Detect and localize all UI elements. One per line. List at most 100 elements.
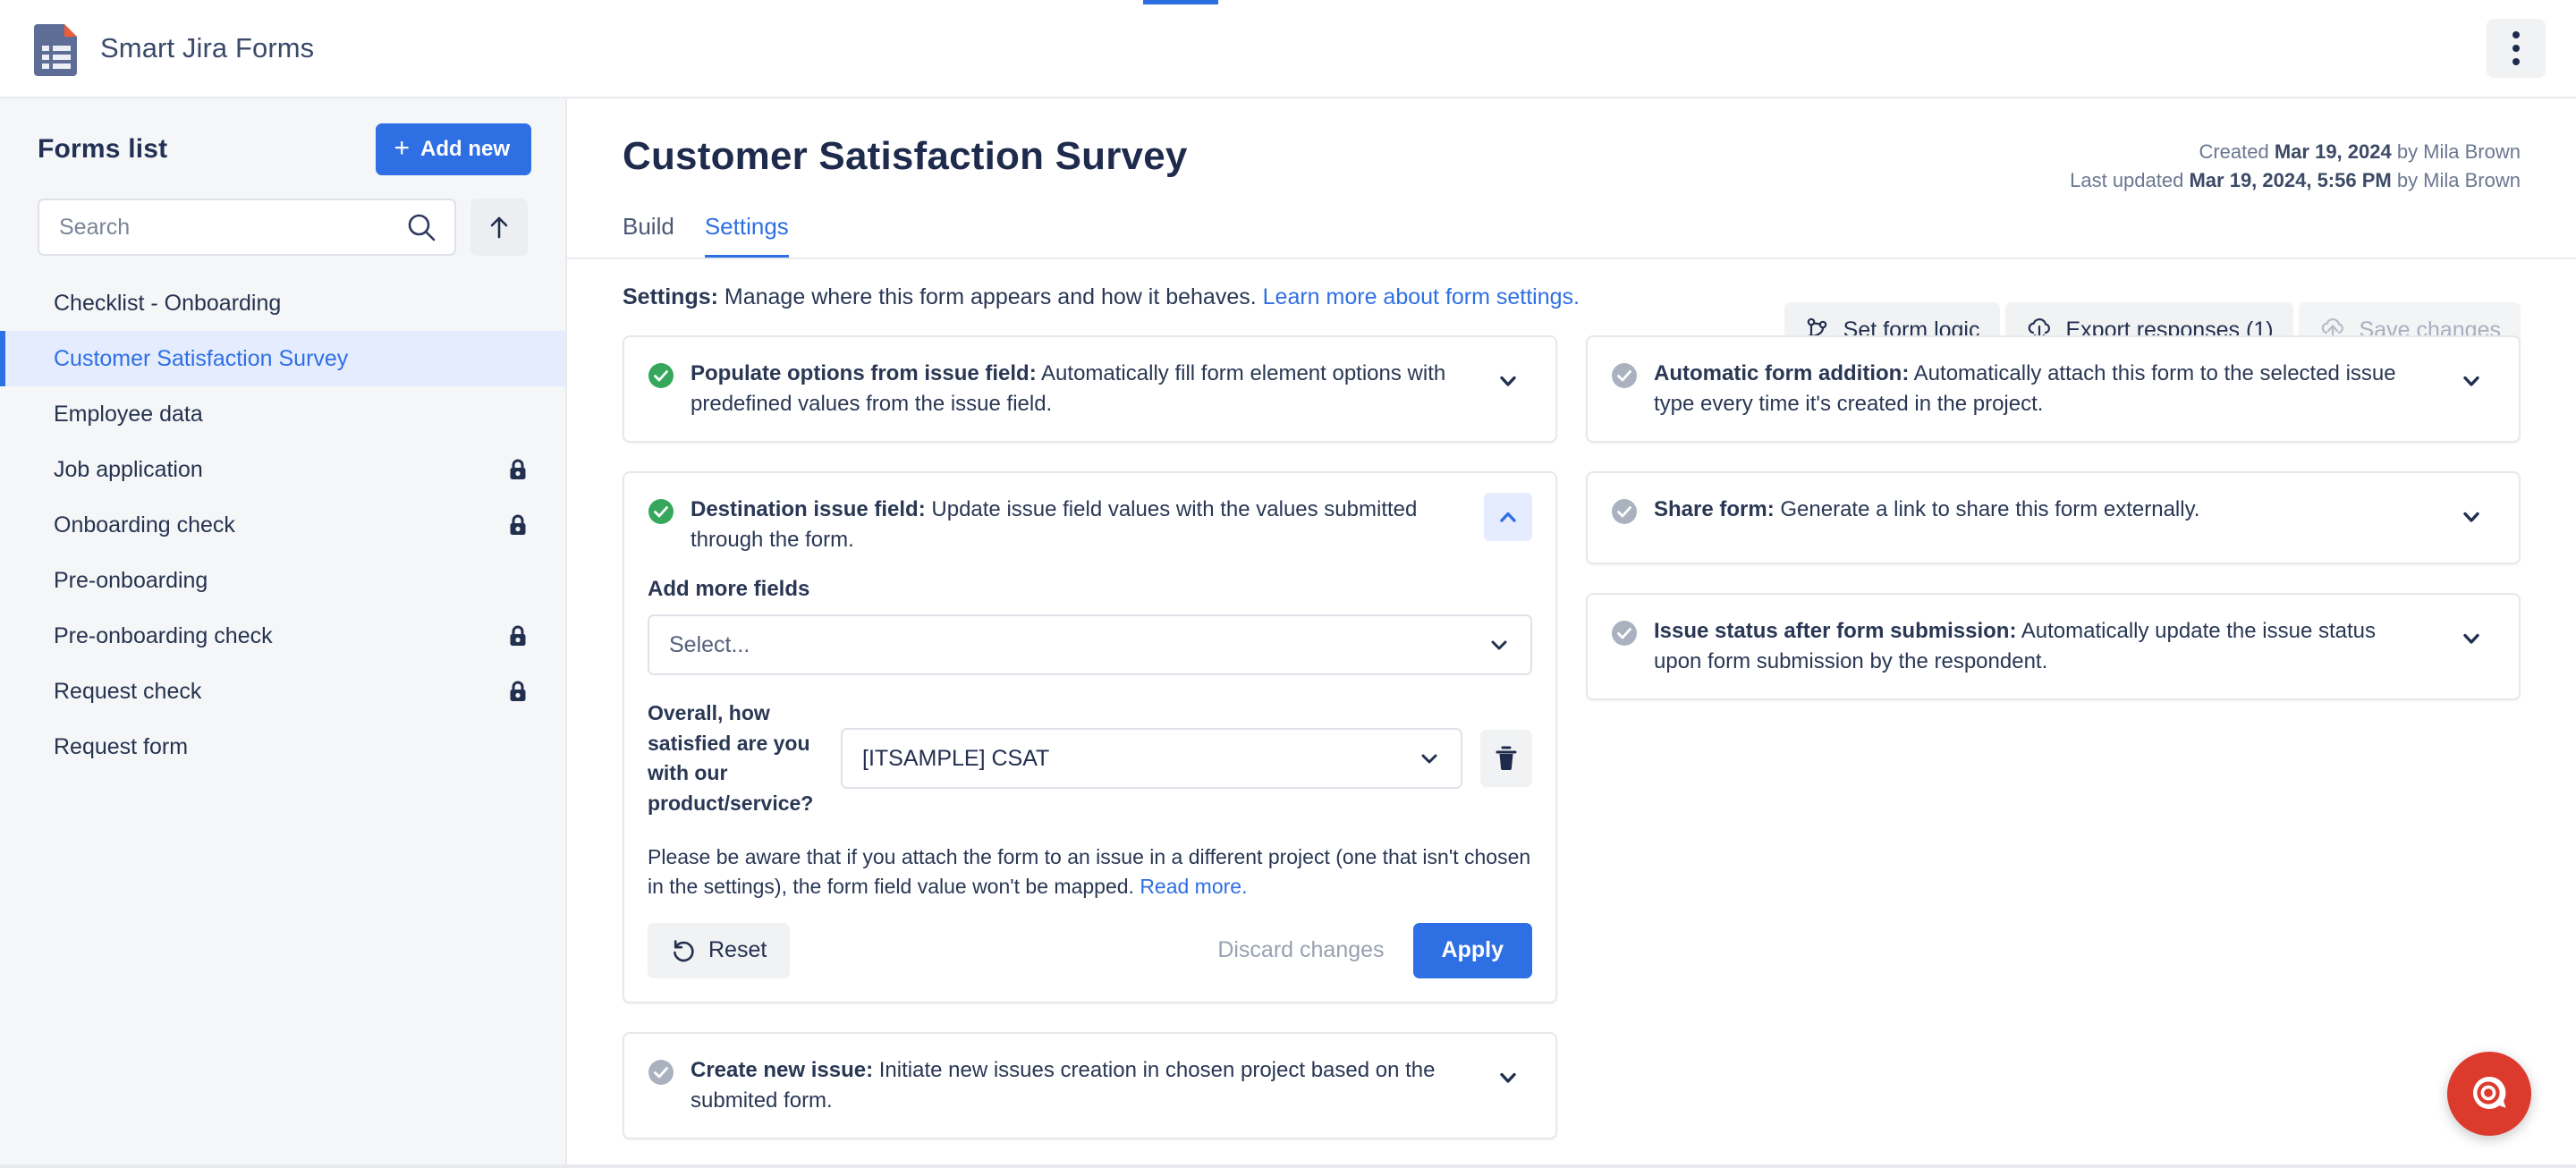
main-content: Customer Satisfaction Survey Created Mar… [567,98,2576,1168]
form-metadata: Created Mar 19, 2024 by Mila Brown Last … [2070,138,2521,195]
settings-card-title: Populate options from issue field: [691,361,1037,385]
settings-card-header[interactable]: Destination issue field: Update issue fi… [624,473,1555,577]
tab-build[interactable]: Build [623,213,674,259]
window-bottom-edge [0,1164,2576,1168]
sort-ascending-button[interactable] [470,199,528,256]
settings-card-toggle[interactable] [1484,1054,1532,1102]
sidebar-item-customer-satisfaction-survey[interactable]: Customer Satisfaction Survey [0,331,565,386]
help-chat-icon [2473,1076,2506,1109]
help-button[interactable] [2447,1052,2531,1136]
more-vertical-icon [2512,45,2520,52]
reset-button[interactable]: Reset [648,922,791,978]
sidebar-item-onboarding-check[interactable]: Onboarding check [0,497,565,553]
tab-settings[interactable]: Settings [704,213,789,259]
settings-description-text: Manage where this form appears and how i… [717,284,1263,309]
form-document-icon [34,21,80,76]
lock-icon [510,681,526,701]
chevron-down-icon [2463,512,2479,522]
more-vertical-icon [2512,58,2520,65]
settings-card-header[interactable]: Issue status after form submission: Auto… [1588,595,2519,698]
settings-column-left: Populate options from issue field: Autom… [623,335,1557,1139]
settings-card-toggle[interactable] [2447,614,2496,663]
discard-changes-button[interactable]: Discard changes [1208,937,1393,963]
sidebar-header: Forms list + Add new [0,98,565,175]
settings-card-toggle[interactable] [1484,493,1532,542]
undo-icon [674,940,694,962]
settings-card-toggle[interactable] [2447,493,2496,541]
settings-card-header[interactable]: Automatic form addition: Automatically a… [1588,337,2519,441]
search-box[interactable] [38,199,456,256]
more-vertical-icon [2512,31,2520,38]
settings-card-destination-issue-field: Destination issue field: Update issue fi… [623,471,1557,1003]
chevron-up-icon [1500,512,1516,522]
settings-card-text: Populate options from issue field: Autom… [691,359,1468,419]
arrow-up-icon [490,216,508,239]
check-circle-enabled-icon [648,499,674,525]
more-options-button[interactable] [2487,19,2546,78]
learn-more-link[interactable]: Learn more about form settings. [1263,284,1580,309]
app-root: Smart Jira Forms Forms list + Add new Se… [0,0,2576,1168]
destination-issue-field-panel: Add more fields Select... Overall, how sat… [624,577,1555,1002]
search-icon[interactable] [406,212,436,242]
check-circle-disabled-icon [1612,499,1637,525]
destination-field-value: [ITSAMPLE] CSAT [862,745,1050,771]
chevron-down-icon [1500,376,1516,386]
settings-card-toggle[interactable] [2447,357,2496,405]
settings-card-header[interactable]: Share form: Generate a link to share thi… [1588,473,2519,563]
settings-cards: Populate options from issue field: Autom… [567,310,2576,1139]
destination-actions: Reset Discard changes Apply [648,922,1532,978]
settings-card-issue-status-after-form-submission: Issue status after form submission: Auto… [1586,593,2521,701]
mapping-note: Please be aware that if you attach the f… [648,844,1531,898]
sidebar-item-job-application[interactable]: Job application [0,442,565,497]
sidebar-item-checklist-onboarding[interactable]: Checklist - Onboarding [0,275,565,331]
updated-info: Last updated Mar 19, 2024, 5:56 PM by Mi… [2070,166,2521,195]
read-more-link[interactable]: Read more. [1140,875,1247,898]
add-new-button[interactable]: + Add new [376,123,531,175]
settings-card-title: Automatic form addition: [1654,361,1910,385]
apply-button[interactable]: Apply [1412,922,1532,978]
settings-card-header[interactable]: Populate options from issue field: Autom… [624,337,1555,441]
browser-tab-indicator [1143,0,1218,4]
field-mapping-label: Overall, how satisfied are you with our … [648,701,814,816]
delete-mapping-button[interactable] [1480,730,1532,788]
settings-card-description: Generate a link to share this form exter… [1774,497,2200,522]
tabs-underline [567,258,2576,259]
settings-column-right: Automatic form addition: Automatically a… [1586,335,2521,701]
lock-icon [510,459,526,479]
sidebar-item-label: Request form [54,733,189,759]
destination-field-select[interactable]: [ITSAMPLE] CSAT [841,728,1462,790]
settings-card-create-new-issue: Create new issue: Initiate new issues cr… [623,1031,1557,1139]
field-mapping-row: Overall, how satisfied are you with our … [648,698,1532,818]
lock-icon [510,514,526,535]
settings-card-text: Share form: Generate a link to share thi… [1654,495,2431,525]
sidebar: Forms list + Add new Search Checklist - … [0,98,567,1168]
settings-card-title: Create new issue: [691,1057,874,1082]
settings-card-header[interactable]: Create new issue: Initiate new issues cr… [624,1034,1555,1138]
sidebar-item-label: Checklist - Onboarding [54,290,282,316]
chevron-down-icon [2463,633,2479,644]
updated-date: Mar 19, 2024, 5:56 PM [2189,168,2392,191]
sidebar-item-label: Employee data [54,401,203,427]
sidebar-item-employee-data[interactable]: Employee data [0,386,565,442]
add-more-fields-select[interactable]: Select... [648,614,1532,676]
brand: Smart Jira Forms [34,21,314,76]
app-header: Smart Jira Forms [0,0,2576,98]
sidebar-item-pre-onboarding-check[interactable]: Pre-onboarding check [0,608,565,664]
settings-card-toggle[interactable] [1484,357,1532,405]
sidebar-item-request-check[interactable]: Request check [0,664,565,719]
check-circle-disabled-icon [1612,621,1637,647]
forms-list-title: Forms list [38,134,168,164]
sidebar-item-label: Pre-onboarding check [54,622,273,648]
app-title: Smart Jira Forms [100,32,315,63]
check-circle-enabled-icon [648,363,674,388]
created-prefix: Created [2199,140,2275,163]
chevron-down-icon [1491,640,1507,650]
settings-card-text: Automatic form addition: Automatically a… [1654,359,2431,419]
main-header: Customer Satisfaction Survey Created Mar… [567,98,2576,191]
lock-icon [510,625,526,646]
search-input[interactable] [59,214,406,241]
chevron-down-icon [2463,376,2479,386]
sidebar-item-pre-onboarding[interactable]: Pre-onboarding [0,553,565,608]
settings-card-title: Issue status after form submission: [1654,619,2017,644]
sidebar-item-request-form[interactable]: Request form [0,719,565,774]
